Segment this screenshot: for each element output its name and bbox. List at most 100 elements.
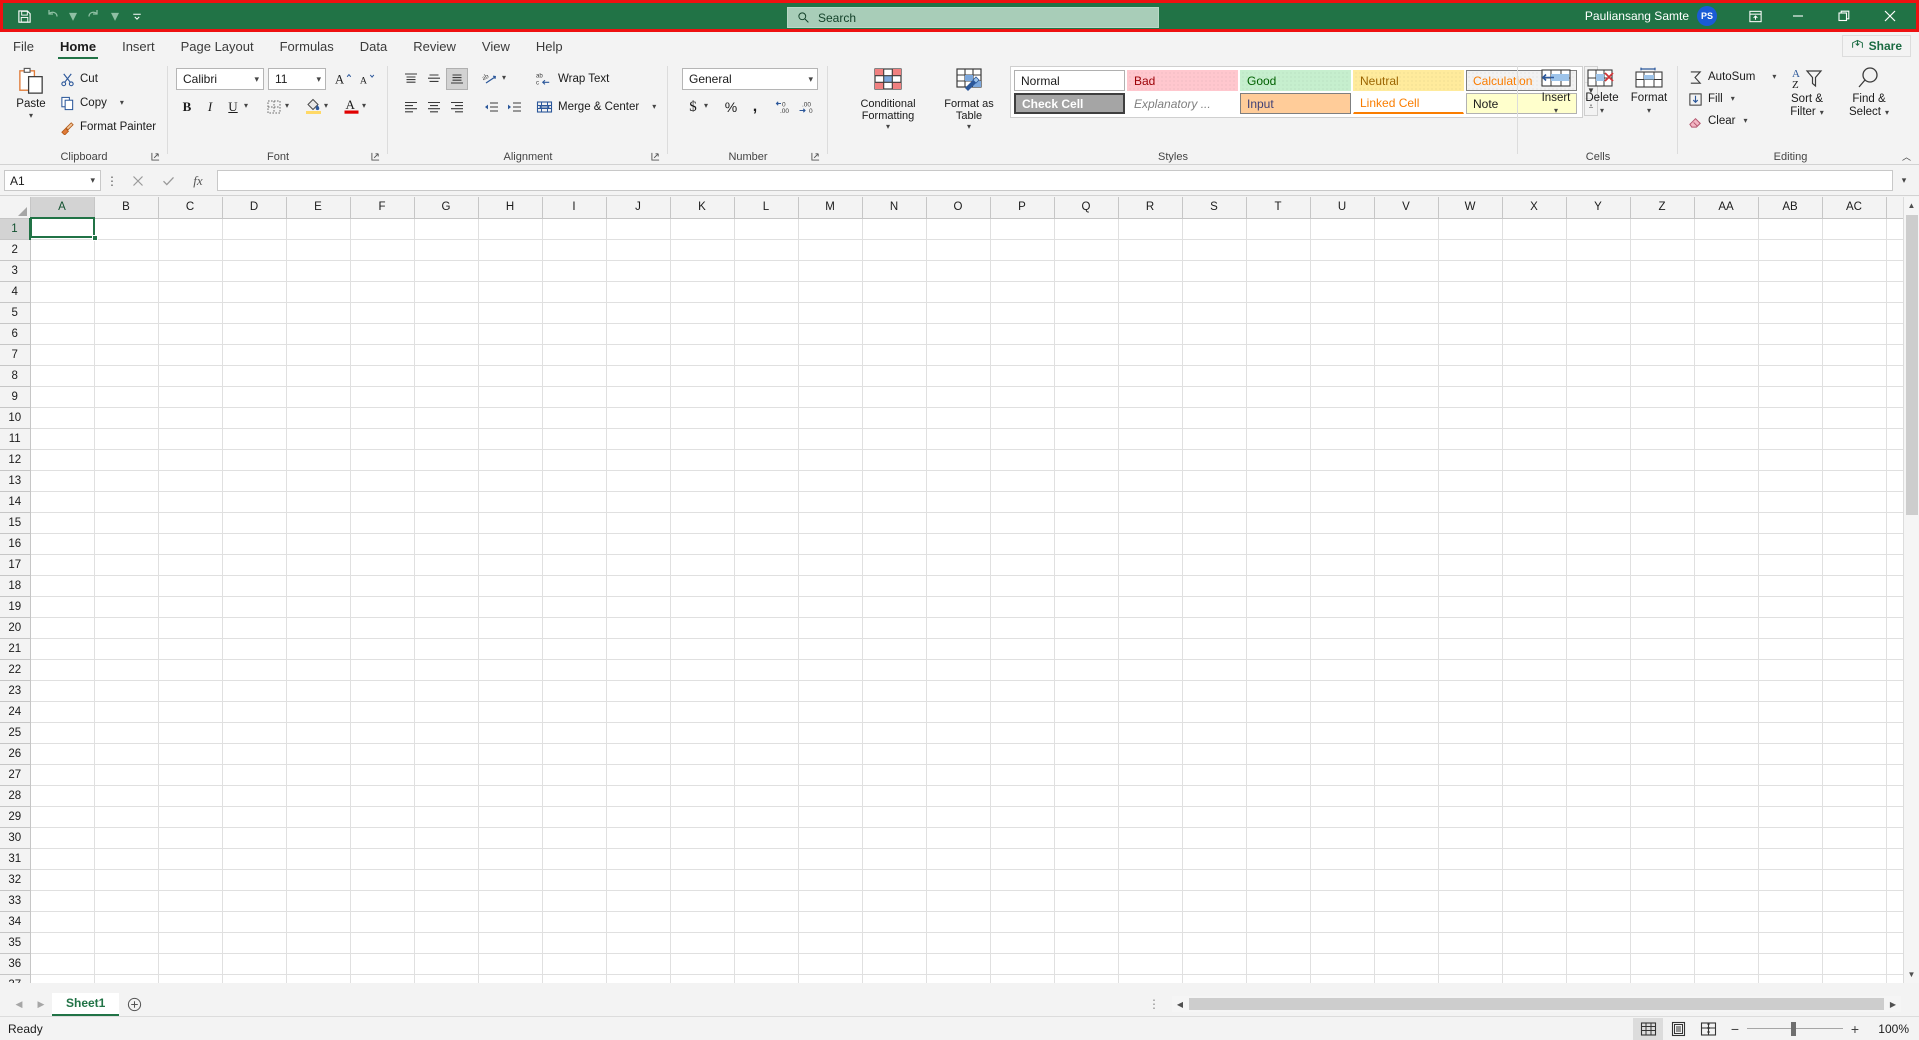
cell-D33[interactable] [222, 890, 287, 912]
cell-Y22[interactable] [1566, 659, 1631, 681]
cell-E6[interactable] [286, 323, 351, 345]
undo-icon[interactable] [39, 5, 65, 27]
cell-S12[interactable] [1182, 449, 1247, 471]
tab-page-layout[interactable]: Page Layout [168, 32, 267, 60]
cell-U29[interactable] [1310, 806, 1375, 828]
cell-M33[interactable] [798, 890, 863, 912]
cell-N5[interactable] [862, 302, 927, 324]
cell-I29[interactable] [542, 806, 607, 828]
cell-W29[interactable] [1438, 806, 1503, 828]
cell-A31[interactable] [30, 848, 95, 870]
cell-M31[interactable] [798, 848, 863, 870]
cell-G26[interactable] [414, 743, 479, 765]
cell-G24[interactable] [414, 701, 479, 723]
cell-K15[interactable] [670, 512, 735, 534]
search-input[interactable]: Search [787, 7, 1159, 28]
cell-W34[interactable] [1438, 911, 1503, 933]
cell-P23[interactable] [990, 680, 1055, 702]
cell-T26[interactable] [1246, 743, 1311, 765]
underline-button[interactable]: U [222, 96, 244, 118]
cell-K26[interactable] [670, 743, 735, 765]
cell-I1[interactable] [542, 218, 607, 240]
cell-Z8[interactable] [1630, 365, 1695, 387]
cell-AB10[interactable] [1758, 407, 1823, 429]
row-header-2[interactable]: 2 [0, 239, 31, 261]
cell-F17[interactable] [350, 554, 415, 576]
cell-Q28[interactable] [1054, 785, 1119, 807]
cell-N10[interactable] [862, 407, 927, 429]
cell-P34[interactable] [990, 911, 1055, 933]
cell-T5[interactable] [1246, 302, 1311, 324]
cell-G8[interactable] [414, 365, 479, 387]
cell-X14[interactable] [1502, 491, 1567, 513]
cell-X3[interactable] [1502, 260, 1567, 282]
cell-AB28[interactable] [1758, 785, 1823, 807]
cell-Z2[interactable] [1630, 239, 1695, 261]
restore-icon[interactable] [1821, 3, 1867, 29]
cell-G3[interactable] [414, 260, 479, 282]
cell-A10[interactable] [30, 407, 95, 429]
cell-Y6[interactable] [1566, 323, 1631, 345]
cell-M24[interactable] [798, 701, 863, 723]
cell-AC30[interactable] [1822, 827, 1887, 849]
cell-Z36[interactable] [1630, 953, 1695, 975]
cell-L6[interactable] [734, 323, 799, 345]
cell-K13[interactable] [670, 470, 735, 492]
cell-Y20[interactable] [1566, 617, 1631, 639]
cell-U35[interactable] [1310, 932, 1375, 954]
cell-B3[interactable] [94, 260, 159, 282]
cell-P18[interactable] [990, 575, 1055, 597]
cell-AC26[interactable] [1822, 743, 1887, 765]
cell-F16[interactable] [350, 533, 415, 555]
cell-S1[interactable] [1182, 218, 1247, 240]
cell-R30[interactable] [1118, 827, 1183, 849]
cell-H10[interactable] [478, 407, 543, 429]
cell-C4[interactable] [158, 281, 223, 303]
cell-J26[interactable] [606, 743, 671, 765]
cell-Q35[interactable] [1054, 932, 1119, 954]
cell-AB31[interactable] [1758, 848, 1823, 870]
conditional-formatting-dropdown-icon[interactable]: ▾ [886, 123, 890, 131]
cell-L32[interactable] [734, 869, 799, 891]
cell-B16[interactable] [94, 533, 159, 555]
cell-O14[interactable] [926, 491, 991, 513]
cell-Y29[interactable] [1566, 806, 1631, 828]
cell-J18[interactable] [606, 575, 671, 597]
cell-H12[interactable] [478, 449, 543, 471]
cell-T6[interactable] [1246, 323, 1311, 345]
cell-M16[interactable] [798, 533, 863, 555]
cell-Z6[interactable] [1630, 323, 1695, 345]
cell-AC22[interactable] [1822, 659, 1887, 681]
cell-E27[interactable] [286, 764, 351, 786]
cell-AB27[interactable] [1758, 764, 1823, 786]
cell-F36[interactable] [350, 953, 415, 975]
decrease-decimal-button[interactable]: .00 0 [796, 96, 818, 118]
cell-B8[interactable] [94, 365, 159, 387]
cell-E35[interactable] [286, 932, 351, 954]
cell-Z7[interactable] [1630, 344, 1695, 366]
cell-V21[interactable] [1374, 638, 1439, 660]
cell-Z31[interactable] [1630, 848, 1695, 870]
cell-W25[interactable] [1438, 722, 1503, 744]
cell-N35[interactable] [862, 932, 927, 954]
cell-V15[interactable] [1374, 512, 1439, 534]
cell-P20[interactable] [990, 617, 1055, 639]
cell-T2[interactable] [1246, 239, 1311, 261]
cell-L28[interactable] [734, 785, 799, 807]
cell-E26[interactable] [286, 743, 351, 765]
cell-B14[interactable] [94, 491, 159, 513]
cell-A5[interactable] [30, 302, 95, 324]
cell-L8[interactable] [734, 365, 799, 387]
cell-Y12[interactable] [1566, 449, 1631, 471]
cell-Z30[interactable] [1630, 827, 1695, 849]
cell-U16[interactable] [1310, 533, 1375, 555]
cell-S24[interactable] [1182, 701, 1247, 723]
cell-N17[interactable] [862, 554, 927, 576]
cell-Y1[interactable] [1566, 218, 1631, 240]
cell-S23[interactable] [1182, 680, 1247, 702]
sheet-table[interactable]: A B C D E F G H I J K L M N O P Q R S T U V W X Y Z AA AB AC 1 2 3 4 5 6 7 8… [0, 197, 1917, 983]
orientation-button[interactable]: ab [480, 68, 502, 90]
column-header-O[interactable]: O [926, 197, 991, 219]
cell-W36[interactable] [1438, 953, 1503, 975]
cell-N13[interactable] [862, 470, 927, 492]
